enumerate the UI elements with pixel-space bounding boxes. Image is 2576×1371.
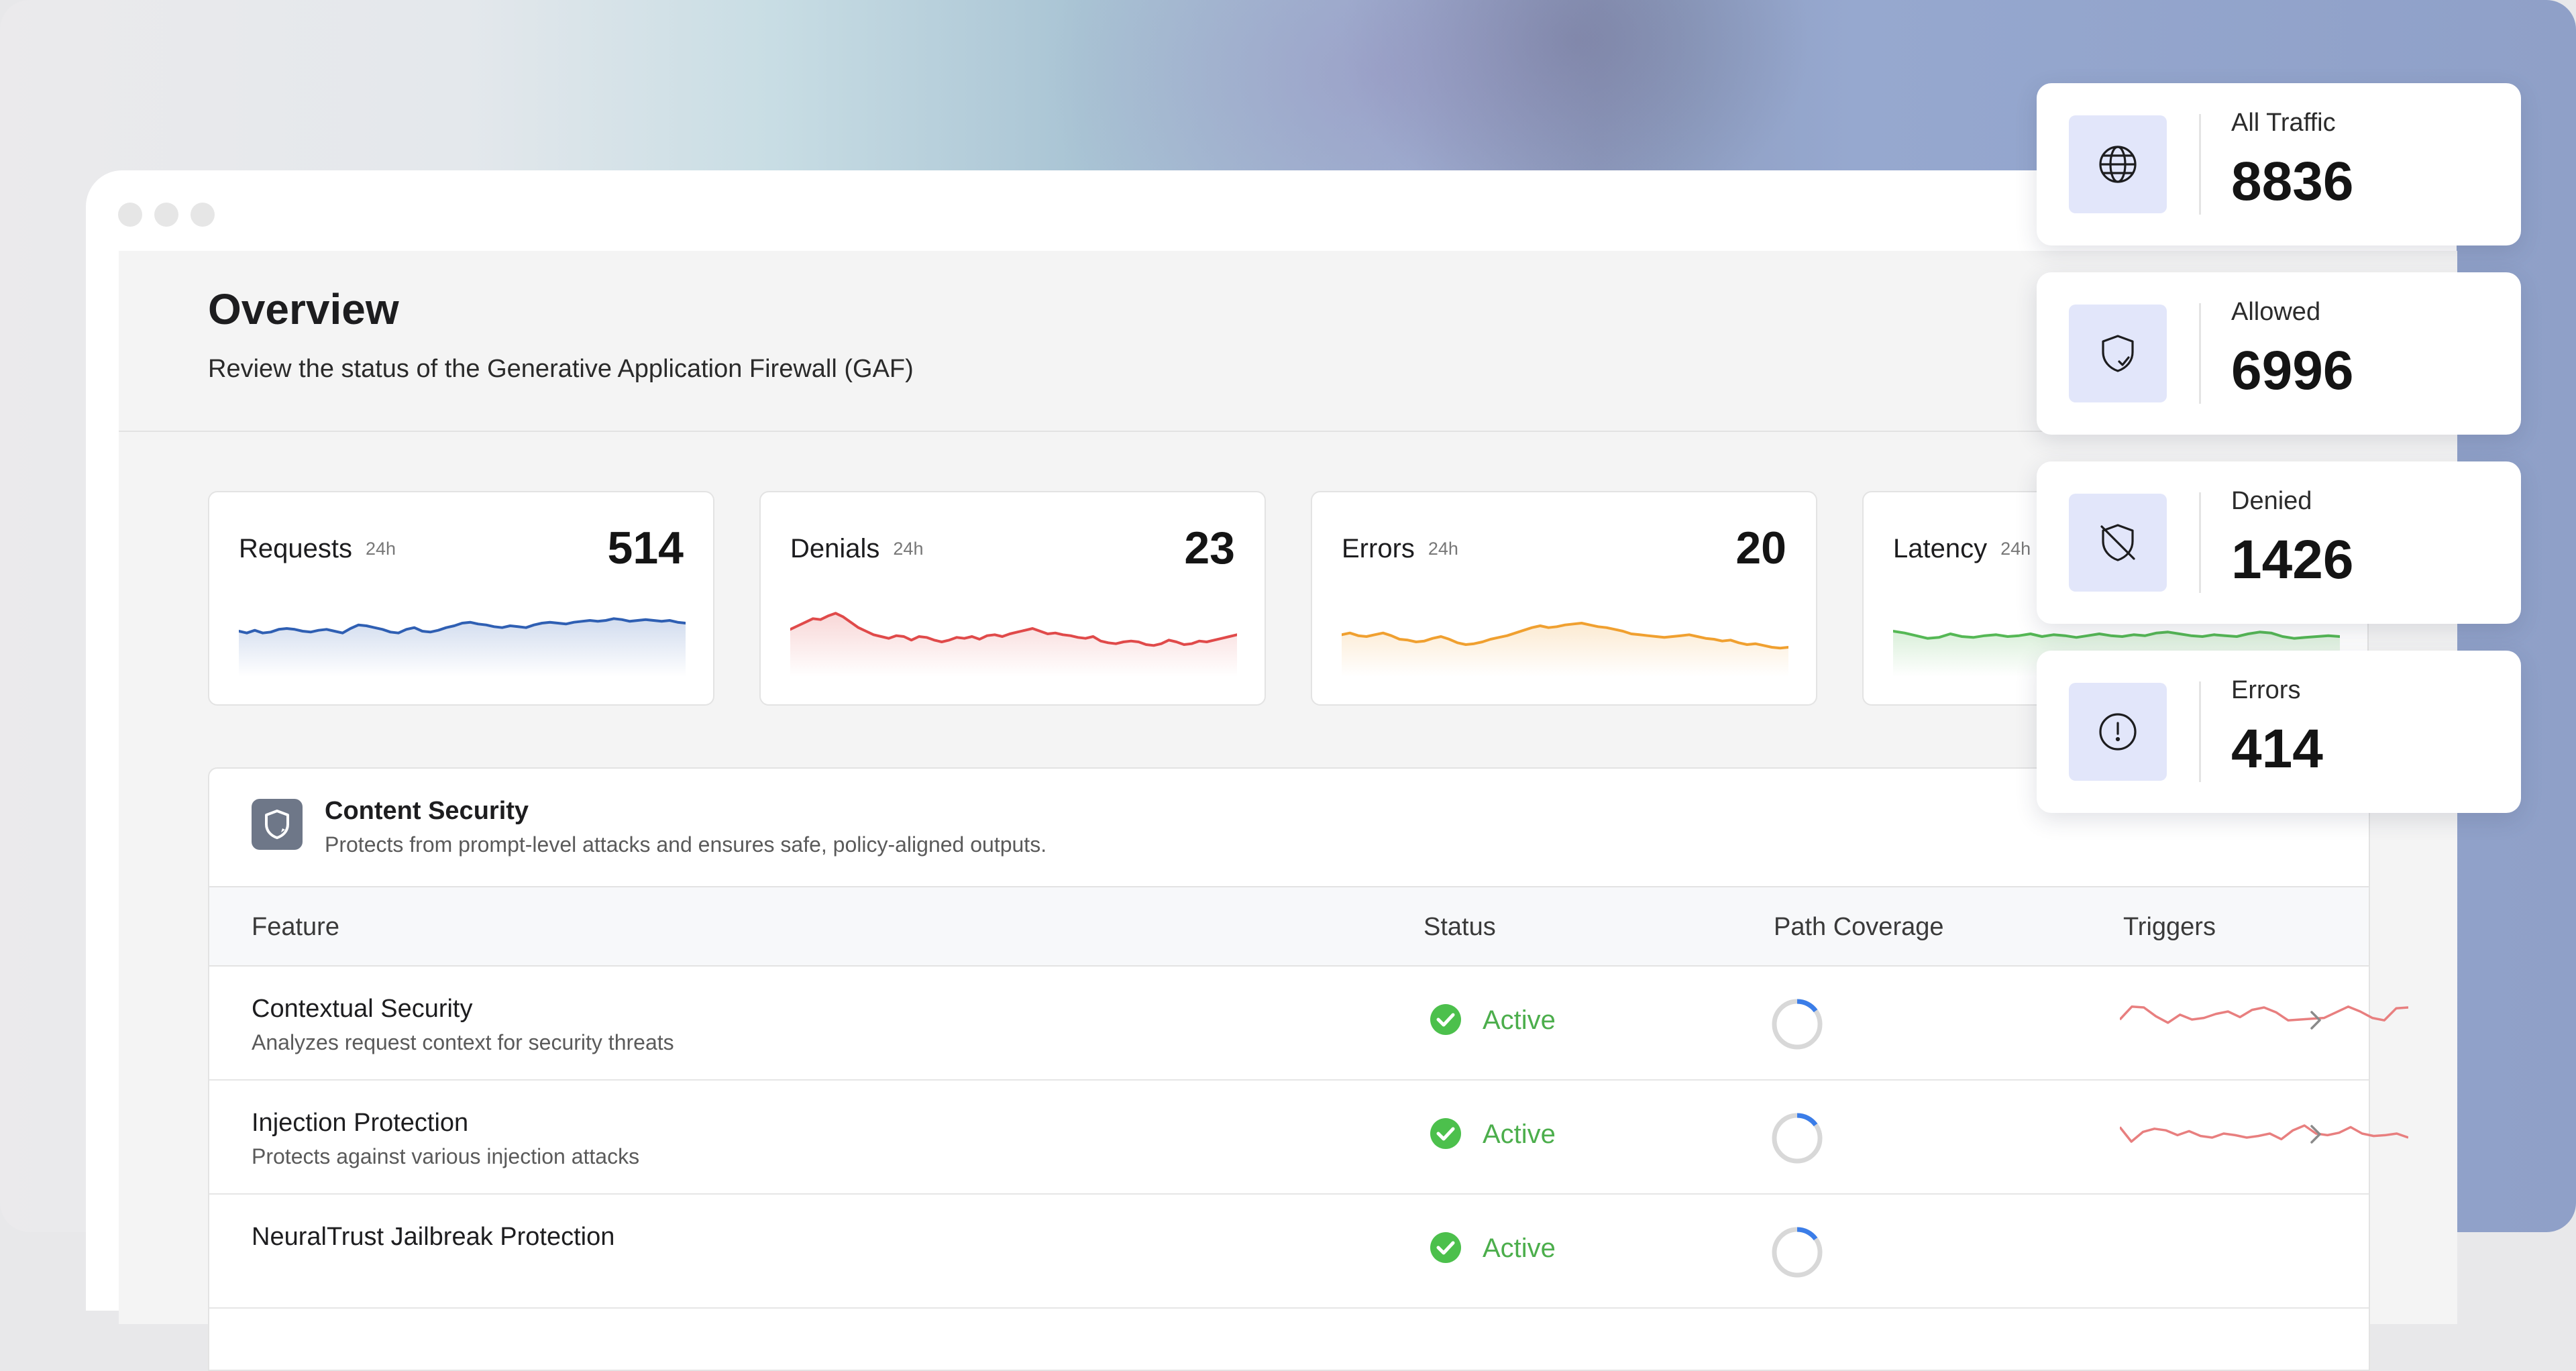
- shield-icon: [252, 799, 303, 850]
- status-text: Active: [1483, 1005, 1556, 1035]
- metric-period: 24h: [365, 539, 396, 559]
- errors-sparkline: [1342, 622, 1788, 677]
- panel-description: Protects from prompt-level attacks and e…: [325, 832, 1047, 857]
- chevron-right-icon[interactable]: [2306, 1007, 2326, 1034]
- check-circle-icon: [1430, 1232, 1461, 1263]
- metric-label: Denials 24h: [790, 534, 924, 563]
- metric-card-errors[interactable]: Errors 24h 20: [1311, 491, 1817, 706]
- shield-check-icon: [2069, 305, 2167, 402]
- window-dot-1[interactable]: [118, 203, 142, 227]
- check-circle-icon: [1430, 1118, 1461, 1149]
- triggers-sparkline: [2120, 1124, 2408, 1143]
- denials-sparkline: [790, 612, 1237, 677]
- stat-label: Allowed: [2231, 298, 2321, 326]
- page-subtitle: Review the status of the Generative Appl…: [208, 355, 914, 383]
- feature-description: Protects against various injection attac…: [252, 1144, 640, 1168]
- stat-card-allowed[interactable]: Allowed 6996: [2037, 272, 2521, 435]
- stat-card-errors[interactable]: Errors 414: [2037, 651, 2521, 813]
- chevron-right-icon[interactable]: [2306, 1121, 2326, 1148]
- page-title: Overview: [208, 285, 399, 333]
- status-text: Active: [1483, 1233, 1556, 1263]
- stat-label: Errors: [2231, 676, 2301, 704]
- column-header-status[interactable]: Status: [1424, 913, 1496, 942]
- stat-value: 1426: [2231, 529, 2354, 590]
- metric-card-requests[interactable]: Requests 24h 514: [208, 491, 714, 706]
- metric-card-denials[interactable]: Denials 24h 23: [759, 491, 1266, 706]
- stat-label: All Traffic: [2231, 109, 2336, 137]
- stat-card-all-traffic[interactable]: All Traffic 8836: [2037, 83, 2521, 245]
- feature-description: Analyzes request context for security th…: [252, 1030, 674, 1054]
- path-coverage-ring: [1772, 999, 1823, 1050]
- path-coverage-ring: [1772, 1113, 1823, 1164]
- window-dot-2[interactable]: [154, 203, 178, 227]
- stat-value: 8836: [2231, 151, 2354, 212]
- feature-name: Contextual Security: [252, 995, 473, 1023]
- requests-sparkline: [239, 617, 686, 677]
- triggers-line: [2120, 1005, 2408, 1024]
- column-header-triggers[interactable]: Triggers: [2123, 913, 2216, 942]
- metric-value: 23: [1184, 523, 1235, 573]
- table-row[interactable]: Contextual Security Analyzes request con…: [209, 967, 2408, 1081]
- table-row[interactable]: Injection Protection Protects against va…: [209, 1081, 2408, 1195]
- table-header: Feature Status Path Coverage Triggers: [209, 886, 2369, 967]
- stat-divider: [2199, 492, 2201, 593]
- metric-value: 20: [1735, 523, 1786, 573]
- metric-label: Requests 24h: [239, 534, 396, 563]
- column-header-path-coverage[interactable]: Path Coverage: [1774, 913, 1944, 942]
- stat-divider: [2199, 303, 2201, 404]
- feature-name: NeuralTrust Jailbreak Protection: [252, 1223, 615, 1251]
- status-text: Active: [1483, 1119, 1556, 1149]
- column-header-feature[interactable]: Feature: [252, 913, 339, 942]
- metric-period: 24h: [893, 539, 924, 559]
- shield-off-icon: [2069, 494, 2167, 592]
- stat-value: 6996: [2231, 340, 2354, 401]
- stat-divider: [2199, 681, 2201, 782]
- path-coverage-ring: [1772, 1227, 1823, 1278]
- content-security-panel: Content Security Protects from prompt-le…: [208, 767, 2408, 1371]
- panel-title: Content Security: [325, 797, 529, 825]
- table-row[interactable]: NeuralTrust Jailbreak Protection Active: [209, 1195, 2369, 1309]
- metric-label: Errors 24h: [1342, 534, 1458, 563]
- triggers-sparkline: [2120, 1005, 2408, 1024]
- globe-icon: [2069, 115, 2167, 213]
- metric-label: Latency 24h: [1893, 534, 2031, 563]
- metric-period: 24h: [1428, 539, 1458, 559]
- alert-circle-icon: [2069, 683, 2167, 781]
- stat-card-denied[interactable]: Denied 1426: [2037, 461, 2521, 624]
- sparkline-area: [790, 613, 1237, 677]
- check-circle-icon: [1430, 1004, 1461, 1035]
- sparkline-area: [1342, 623, 1788, 677]
- feature-name: Injection Protection: [252, 1109, 469, 1137]
- stat-value: 414: [2231, 718, 2323, 779]
- metric-value: 514: [607, 523, 684, 573]
- stat-label: Denied: [2231, 487, 2312, 515]
- window-dot-3[interactable]: [191, 203, 215, 227]
- metric-period: 24h: [2000, 539, 2031, 559]
- stat-divider: [2199, 114, 2201, 215]
- sparkline-area: [239, 618, 686, 677]
- triggers-line: [2120, 1124, 2408, 1143]
